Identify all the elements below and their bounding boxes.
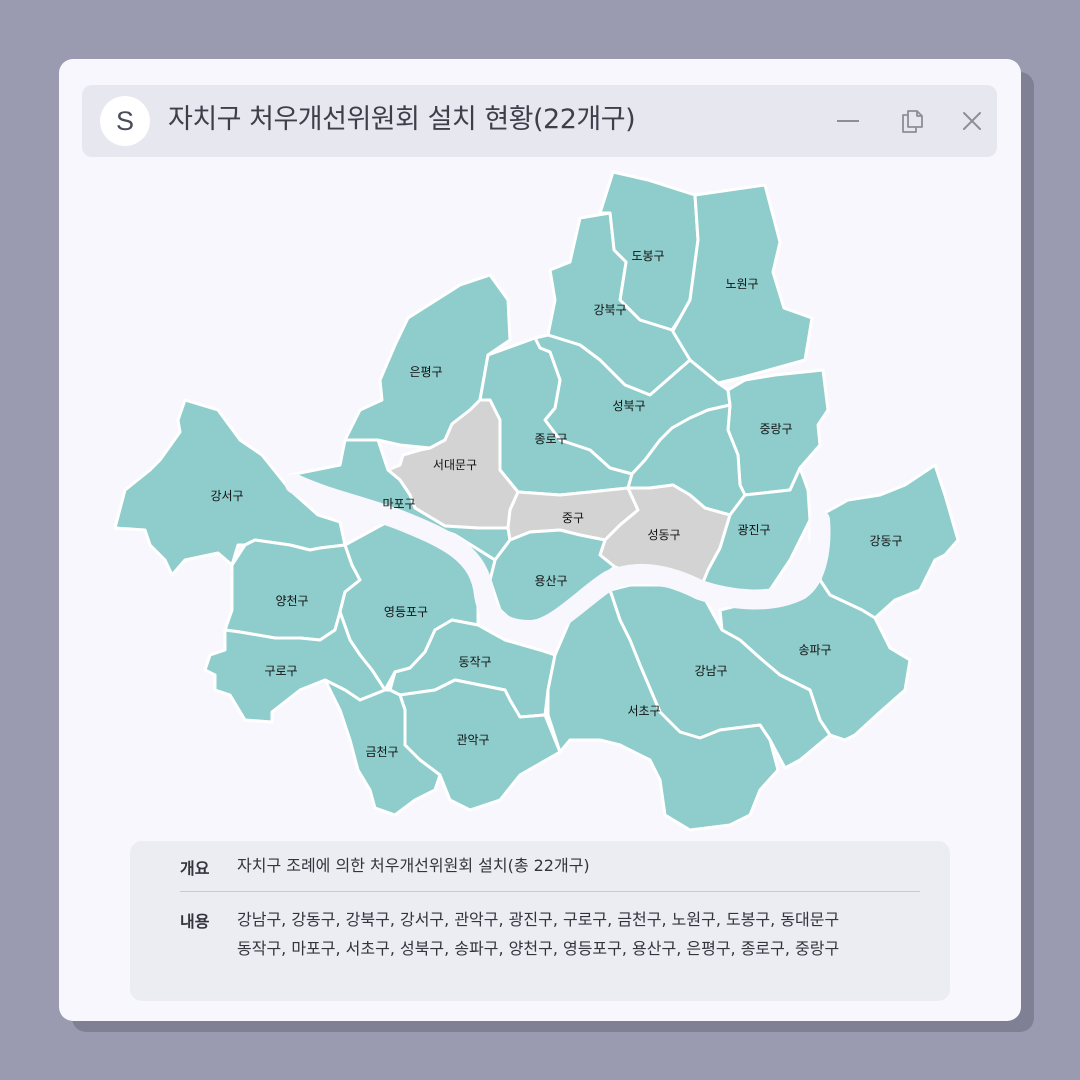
- label-nowon: 노원구: [725, 277, 758, 291]
- label-gangseo: 강서구: [210, 489, 243, 503]
- label-junggu: 중구: [562, 511, 584, 525]
- label-yongsan: 용산구: [534, 574, 567, 588]
- label-seongbuk: 성북구: [612, 399, 645, 413]
- label-dobong: 도봉구: [631, 249, 664, 263]
- label-yangcheon: 양천구: [275, 593, 308, 608]
- label-jungnang: 중랑구: [759, 422, 792, 436]
- label-seocho: 서초구: [627, 704, 660, 718]
- info-panel: 개요 자치구 조례에 의한 처우개선위원회 설치(총 22개구) 내용 강남구,…: [130, 841, 950, 1001]
- label-gangdong: 강동구: [869, 534, 902, 548]
- label-yeongdeungpo: 영등포구: [384, 605, 428, 619]
- overview-label: 개요: [180, 859, 210, 878]
- label-gwanak: 관악구: [456, 733, 489, 747]
- content-line-1: 강남구, 강동구, 강북구, 강서구, 관악구, 광진구, 구로구, 금천구, …: [237, 910, 840, 929]
- label-mapo: 마포구: [382, 497, 415, 511]
- label-seodaemun: 서대문구: [433, 458, 477, 472]
- label-eunpyeong: 은평구: [409, 365, 442, 379]
- label-gangnam: 강남구: [694, 664, 727, 678]
- label-songpa: 송파구: [798, 643, 831, 657]
- label-dongjak: 동작구: [458, 655, 491, 669]
- content-line-2: 동작구, 마포구, 서초구, 성북구, 송파구, 양천구, 영등포구, 용산구,…: [237, 939, 840, 958]
- label-gangbuk: 강북구: [593, 303, 626, 317]
- info-divider: [180, 891, 920, 892]
- content-label: 내용: [180, 912, 210, 931]
- content-value: 강남구, 강동구, 강북구, 강서구, 관악구, 광진구, 구로구, 금천구, …: [237, 905, 839, 963]
- label-guro: 구로구: [264, 664, 297, 678]
- overview-value: 자치구 조례에 의한 처우개선위원회 설치(총 22개구): [237, 856, 590, 875]
- label-seongdong: 성동구: [647, 528, 680, 542]
- label-jongno: 종로구: [534, 432, 567, 446]
- label-gwangjin: 광진구: [737, 523, 770, 537]
- card: S 자치구 처우개선위원회 설치 현황(22개구) 도봉구 노원구 강북구 은평…: [59, 59, 1021, 1021]
- label-geumcheon: 금천구: [365, 744, 398, 759]
